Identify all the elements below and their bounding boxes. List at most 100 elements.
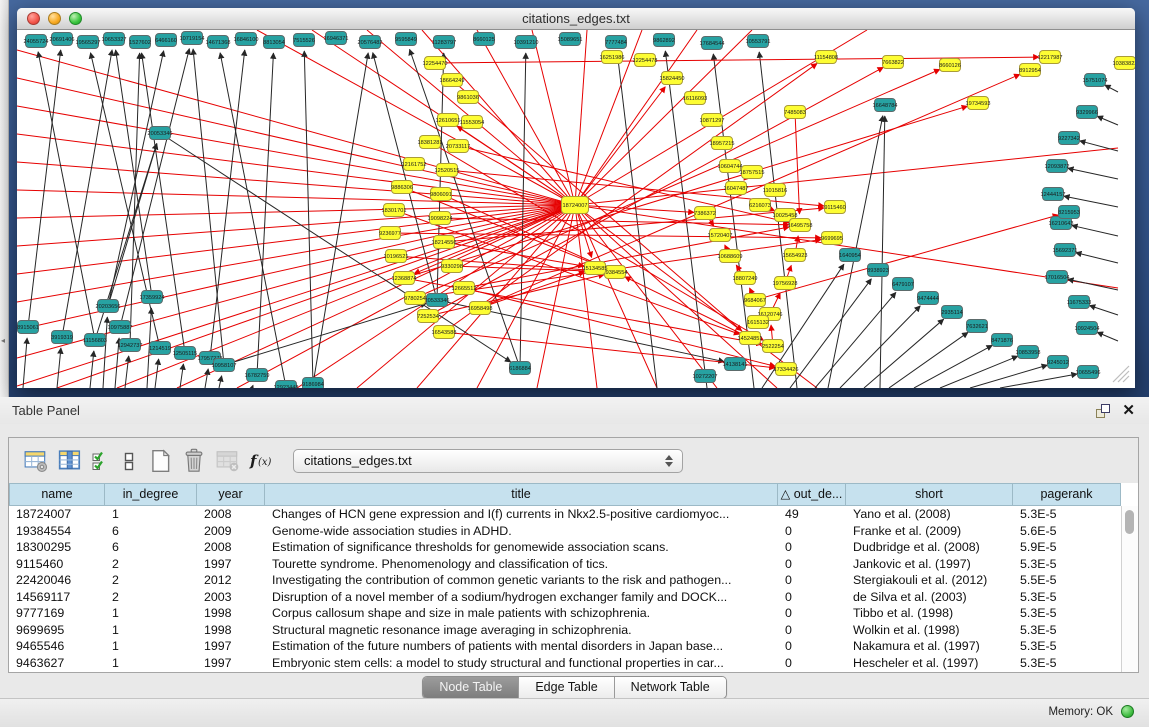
close-window-button[interactable] <box>27 12 40 25</box>
network-canvas[interactable]: 2405572420691406195652971065332715276026… <box>17 30 1135 388</box>
graph-node[interactable]: 16946371 <box>324 32 349 45</box>
graph-node[interactable]: 15720407 <box>708 229 733 242</box>
graph-node[interactable]: 9806091 <box>430 188 452 201</box>
graph-node[interactable]: 14524851 <box>738 332 763 345</box>
table-row[interactable]: 911546021997Tourette syndrome. Phenomeno… <box>9 556 1121 573</box>
graph-node[interactable]: 12093872 <box>1045 160 1070 173</box>
graph-node[interactable]: 9330298 <box>441 260 463 273</box>
table-row[interactable]: 1830029562008Estimation of significance … <box>9 539 1121 556</box>
graph-node[interactable]: 9886306 <box>391 181 413 194</box>
graph-node[interactable]: 15089651 <box>558 33 583 46</box>
graph-node[interactable]: 8215953 <box>1058 206 1080 219</box>
delete-column-button[interactable] <box>177 446 211 476</box>
graph-node[interactable]: 9861036 <box>457 91 479 104</box>
graph-node[interactable]: 20576482 <box>358 36 383 49</box>
graph-node[interactable]: 12942737 <box>118 339 143 352</box>
graph-node[interactable]: 12665512 <box>452 282 477 295</box>
graph-node[interactable]: 18757515 <box>740 166 765 179</box>
graph-node[interactable]: 16648784 <box>873 99 898 112</box>
scrollbar-thumb[interactable] <box>1125 510 1134 534</box>
graph-node[interactable]: 16782759 <box>245 369 270 382</box>
graph-node[interactable]: 10383822 <box>1113 57 1135 70</box>
graph-node[interactable]: 9329966 <box>1076 106 1098 119</box>
graph-node[interactable]: 7777484 <box>605 36 627 49</box>
graph-node[interactable]: 11015816 <box>763 184 787 197</box>
graph-node[interactable]: 17016504 <box>1045 271 1070 284</box>
graph-node[interactable]: 9862892 <box>653 34 675 47</box>
column-header-out_degree[interactable]: △ out_de... <box>778 483 846 506</box>
graph-node[interactable]: 6466160 <box>155 34 177 47</box>
graph-node[interactable]: 18301701 <box>382 204 407 217</box>
graph-node[interactable]: 1615132 <box>747 316 769 329</box>
graph-node[interactable]: 12444157 <box>1041 188 1066 201</box>
delete-table-button[interactable] <box>211 446 245 476</box>
graph-node[interactable]: 6186884 <box>509 362 531 375</box>
graph-node[interactable]: 20053346 <box>148 127 173 140</box>
table-row[interactable]: 946362711997Embryonic stem cells: a mode… <box>9 655 1121 672</box>
minimize-window-button[interactable] <box>48 12 61 25</box>
graph-node[interactable]: 11675333 <box>1067 296 1091 309</box>
graph-node[interactable]: 10553791 <box>746 35 771 48</box>
graph-node[interactable]: 9236977 <box>379 227 401 240</box>
table-vertical-scrollbar[interactable] <box>1121 506 1138 672</box>
graph-node[interactable]: 12505115 <box>173 347 197 360</box>
graph-node[interactable]: 10272207 <box>693 370 718 383</box>
graph-node[interactable]: 8813054 <box>263 36 285 49</box>
clear-selection-button[interactable] <box>115 446 143 476</box>
column-header-pagerank[interactable]: pagerank <box>1013 483 1121 506</box>
graph-node[interactable]: 10653327 <box>102 33 127 46</box>
graph-node[interactable]: 2522254 <box>762 340 784 353</box>
graph-node[interactable]: 10924504 <box>1075 322 1100 335</box>
table-row[interactable]: 977716911998Corpus callosum shape and si… <box>9 605 1121 622</box>
graph-node[interactable]: 19756928 <box>773 277 798 290</box>
graph-node[interactable]: 9115460 <box>824 201 845 214</box>
graph-node[interactable]: 19734593 <box>966 97 991 110</box>
graph-node[interactable]: 17359924 <box>140 291 165 304</box>
graph-node[interactable]: 8912954 <box>1019 64 1041 77</box>
graph-node[interactable]: 20533346 <box>425 294 450 307</box>
graph-node[interactable]: 12217987 <box>1038 51 1063 64</box>
graph-node[interactable]: 16543588 <box>432 326 457 339</box>
graph-node[interactable]: 9684067 <box>744 294 766 307</box>
graph-node[interactable]: 9186984 <box>302 378 324 389</box>
graph-node[interactable]: 12610651 <box>436 114 461 127</box>
graph-node[interactable]: 18724007 <box>562 197 589 214</box>
graph-node[interactable]: 18214556 <box>432 236 457 249</box>
graph-node[interactable]: 8915061 <box>17 321 39 334</box>
graph-node[interactable]: 6216073 <box>749 199 771 212</box>
graph-node[interactable]: 7485083 <box>784 106 806 119</box>
function-builder-button[interactable]: f (x) <box>245 446 279 476</box>
table-row[interactable]: 946554611997Estimation of the future num… <box>9 638 1121 655</box>
graph-node[interactable]: 18957215 <box>710 137 735 150</box>
graph-node[interactable]: 18381281 <box>418 136 443 149</box>
column-header-year[interactable]: year <box>197 483 265 506</box>
graph-node[interactable]: 6479107 <box>892 278 914 291</box>
graph-node[interactable]: 11154808 <box>814 51 838 64</box>
graph-node[interactable]: 15654923 <box>783 249 808 262</box>
graph-node[interactable]: 9699695 <box>821 232 843 245</box>
graph-node[interactable]: 3919319 <box>51 331 73 344</box>
column-header-title[interactable]: title <box>265 483 778 506</box>
graph-node[interactable]: 15824450 <box>660 72 685 85</box>
graph-node[interactable]: 8660126 <box>939 59 961 72</box>
tab-edge-table[interactable]: Edge Table <box>519 677 614 698</box>
new-column-button[interactable] <box>143 446 177 476</box>
graph-node[interactable]: 17334426 <box>774 363 799 376</box>
graph-node[interactable]: 7386372 <box>694 207 716 220</box>
citation-network-graph[interactable]: 2405572420691406195652971065332715276026… <box>17 30 1135 388</box>
graph-node[interactable]: 17684544 <box>700 37 725 50</box>
collapsed-side-panel[interactable]: ◂ <box>0 0 9 397</box>
graph-node[interactable]: 16047487 <box>724 182 749 195</box>
network-window[interactable]: citations_edges.txt 24055724206914061956… <box>17 8 1135 388</box>
graph-node[interactable]: 9474444 <box>917 292 939 305</box>
table-row[interactable]: 1456911722003Disruption of a novel membe… <box>9 589 1121 606</box>
graph-node[interactable]: 16116093 <box>683 92 707 105</box>
graph-node[interactable]: 24055724 <box>24 35 49 48</box>
graph-node[interactable]: 12254470 <box>423 57 448 70</box>
column-header-short[interactable]: short <box>846 483 1013 506</box>
graph-node[interactable]: 11553054 <box>460 116 484 129</box>
graph-node[interactable]: 1527602 <box>129 36 151 49</box>
graph-node[interactable]: 7632621 <box>966 320 988 333</box>
graph-node[interactable]: 8938923 <box>867 264 889 277</box>
graph-node[interactable]: 10688609 <box>718 250 743 263</box>
